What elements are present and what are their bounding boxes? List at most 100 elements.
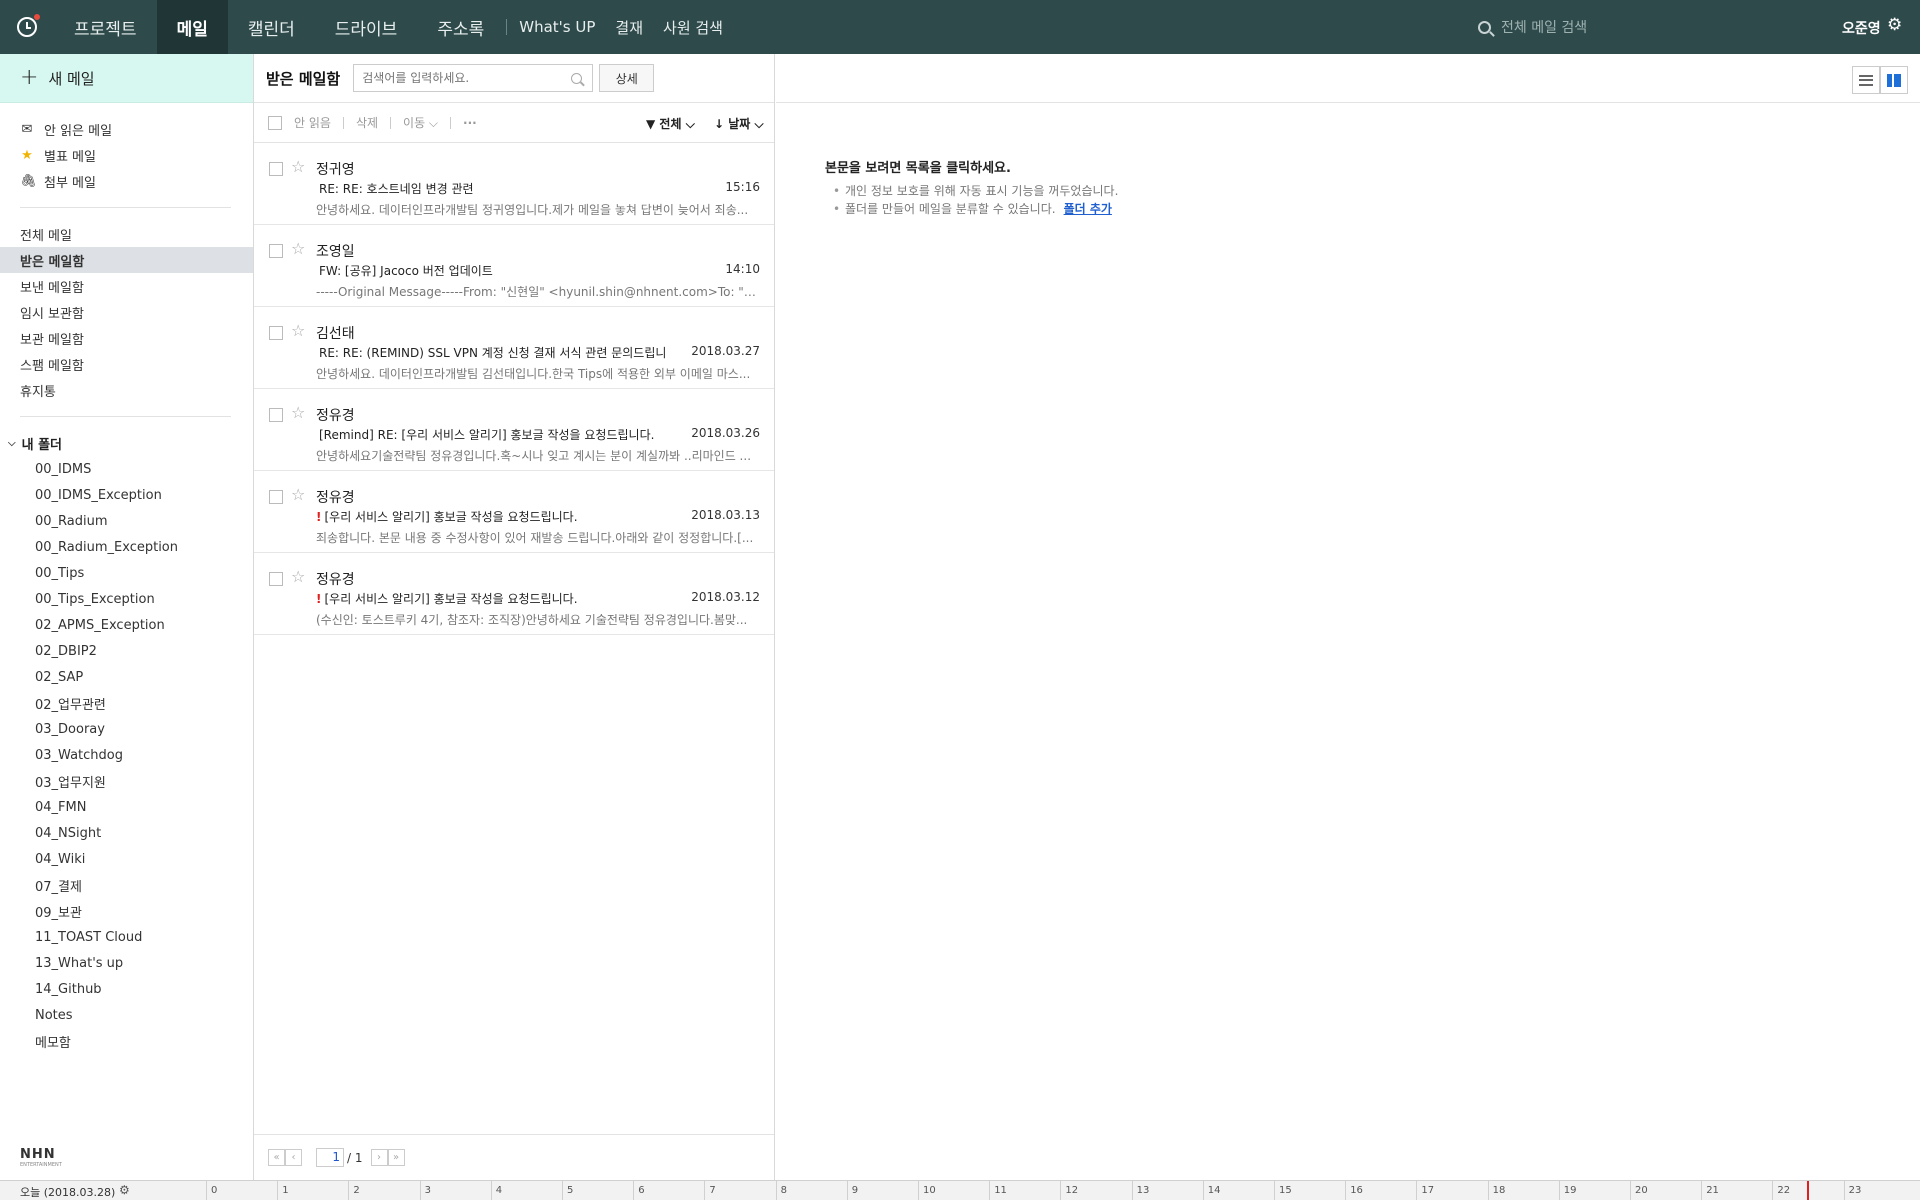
- folder-item[interactable]: Notes: [0, 1002, 253, 1028]
- mail-row[interactable]: ☆ 김선태 RE: RE: (REMIND) SSL VPN 계정 신청 결재 서식…: [254, 307, 774, 389]
- sidebar-item-starred[interactable]: ★ 별표 메일: [0, 142, 253, 168]
- delete-button[interactable]: 삭제: [356, 114, 378, 131]
- folder-item[interactable]: 03_Watchdog: [0, 742, 253, 768]
- sidebar-item-unread[interactable]: ✉ 안 읽은 메일: [0, 116, 253, 142]
- sidebar-item-sent[interactable]: 보낸 메일함: [0, 273, 253, 299]
- nav-employee-search[interactable]: 사원 검색: [653, 0, 733, 54]
- mark-unread-button[interactable]: 안 읽음: [294, 114, 331, 131]
- split-view-button[interactable]: [1880, 66, 1908, 94]
- star-icon[interactable]: ☆: [291, 485, 305, 504]
- bottom-timeline: 오늘 (2018.03.28) ⚙ 0 1 2 3 4 5 6 7 8 9 10 11 12 13 14 15…: [0, 1180, 1920, 1200]
- folder-item[interactable]: 04_NSight: [0, 820, 253, 846]
- dooray-logo[interactable]: [0, 0, 54, 54]
- move-button[interactable]: 이동 ⌵: [403, 114, 438, 131]
- folder-item[interactable]: 03_Dooray: [0, 716, 253, 742]
- filter-label: 전체: [659, 117, 682, 131]
- gear-icon[interactable]: ⚙: [119, 1183, 130, 1197]
- sidebar-item-archive[interactable]: 보관 메일함: [0, 325, 253, 351]
- current-page-input[interactable]: 1: [316, 1148, 344, 1167]
- split-view-icon: [1887, 73, 1901, 87]
- folder-item[interactable]: 00_Radium_Exception: [0, 534, 253, 560]
- folder-item[interactable]: 메모함: [0, 1028, 253, 1054]
- folder-item[interactable]: 00_Tips: [0, 560, 253, 586]
- sidebar-item-spam[interactable]: 스팸 메일함: [0, 351, 253, 377]
- search-icon[interactable]: [571, 73, 583, 84]
- mailbox-search-input[interactable]: [362, 71, 563, 85]
- folder-item[interactable]: 00_IDMS: [0, 456, 253, 482]
- mail-sender: 정유경: [316, 572, 355, 588]
- my-folders-toggle[interactable]: ⌵ 내 폴더: [0, 430, 253, 456]
- mail-checkbox[interactable]: [269, 162, 283, 176]
- mail-checkbox[interactable]: [269, 244, 283, 258]
- folder-item[interactable]: 13_What's up: [0, 950, 253, 976]
- timeline-hour-tick: 8: [775, 1181, 787, 1200]
- folder-list: 00_IDMS 00_IDMS_Exception 00_Radium 00_Radi…: [0, 456, 253, 1054]
- more-options-button[interactable]: ···: [463, 116, 477, 130]
- nav-mail[interactable]: 메일: [156, 0, 228, 54]
- divider: [776, 102, 1920, 103]
- important-icon: !: [316, 592, 322, 606]
- new-mail-button[interactable]: + 새 메일: [0, 54, 253, 103]
- star-icon[interactable]: ☆: [291, 321, 305, 340]
- folder-item[interactable]: 02_SAP: [0, 664, 253, 690]
- global-search-placeholder: 전체 메일 검색: [1501, 20, 1588, 36]
- mail-preview: 안녕하세요기술전략팀 정유경입니다.혹~시나 잊고 계시는 분이 계실까봐 ..…: [316, 449, 752, 463]
- nav-project[interactable]: 프로젝트: [54, 0, 157, 54]
- folder-item[interactable]: 14_Github: [0, 976, 253, 1002]
- mail-row[interactable]: ☆ 정유경 [Remind] RE: [우리 서비스 알리기] 홍보글 작성을 요청…: [254, 389, 774, 471]
- folder-item[interactable]: 09_보관: [0, 898, 253, 924]
- mail-list-header: 받은 메일함 상세: [254, 54, 774, 103]
- nav-contacts[interactable]: 주소록: [417, 0, 504, 54]
- prev-page-button[interactable]: ‹: [285, 1149, 302, 1166]
- nav-approval[interactable]: 결재: [605, 0, 653, 54]
- nav-drive[interactable]: 드라이브: [315, 0, 418, 54]
- filter-dropdown[interactable]: ▼ 전체 ⌵: [646, 115, 695, 132]
- add-folder-link[interactable]: 폴더 추가: [1064, 202, 1112, 216]
- folder-item[interactable]: 02_DBIP2: [0, 638, 253, 664]
- mail-checkbox[interactable]: [269, 490, 283, 504]
- select-all-checkbox[interactable]: [268, 115, 282, 130]
- folder-item[interactable]: 02_업무관련: [0, 690, 253, 716]
- star-icon[interactable]: ☆: [291, 239, 305, 258]
- folder-item[interactable]: 07_결제: [0, 872, 253, 898]
- sort-dropdown[interactable]: ↓ 날짜 ⌵: [714, 115, 764, 132]
- folder-item[interactable]: 02_APMS_Exception: [0, 612, 253, 638]
- folder-item[interactable]: 03_업무지원: [0, 768, 253, 794]
- nav-whats-up[interactable]: What's UP: [509, 0, 605, 54]
- sidebar-item-trash[interactable]: 휴지통: [0, 377, 253, 403]
- sidebar-item-all-mail[interactable]: 전체 메일: [0, 221, 253, 247]
- star-icon[interactable]: ☆: [291, 403, 305, 422]
- user-name[interactable]: 오준영: [1842, 18, 1881, 38]
- star-icon[interactable]: ☆: [291, 157, 305, 176]
- mail-row[interactable]: ☆ 조영일 FW: [공유] Jacoco 버전 업데이트 14:10 -----Ori…: [254, 225, 774, 307]
- mail-checkbox[interactable]: [269, 408, 283, 422]
- detail-search-button[interactable]: 상세: [599, 64, 655, 92]
- timeline-hour-tick: 0: [206, 1181, 217, 1200]
- mail-checkbox[interactable]: [269, 326, 283, 340]
- sidebar-item-drafts[interactable]: 임시 보관함: [0, 299, 253, 325]
- gear-icon[interactable]: ⚙: [1887, 15, 1902, 35]
- list-view-button[interactable]: [1852, 66, 1880, 94]
- global-mail-search[interactable]: 전체 메일 검색: [1478, 0, 1587, 54]
- next-page-button[interactable]: ›: [370, 1149, 388, 1166]
- sidebar-item-attachments[interactable]: 🖇 첨부 메일: [0, 168, 253, 194]
- mail-row[interactable]: ☆ 정귀영 RE: RE: 호스트네임 변경 관련 15:16 안녕하세요. 데이터인프…: [254, 143, 774, 225]
- folder-item[interactable]: 00_IDMS_Exception: [0, 482, 253, 508]
- mail-subject: FW: [공유] Jacoco 버전 업데이트: [316, 262, 666, 279]
- star-icon[interactable]: ☆: [291, 567, 305, 586]
- mail-row[interactable]: ☆ 정유경! [우리 서비스 알리기] 홍보글 작성을 요청드립니다. 2018.03…: [254, 471, 774, 553]
- folder-item[interactable]: 04_Wiki: [0, 846, 253, 872]
- view-mode-toggle: [1852, 66, 1908, 94]
- first-page-button[interactable]: «: [268, 1149, 285, 1166]
- folder-item[interactable]: 00_Tips_Exception: [0, 586, 253, 612]
- folder-item[interactable]: 00_Radium: [0, 508, 253, 534]
- mail-row[interactable]: ☆ 정유경! [우리 서비스 알리기] 홍보글 작성을 요청드립니다. 2018.03…: [254, 553, 774, 635]
- nav-calendar[interactable]: 캘린더: [228, 0, 315, 54]
- sidebar-item-inbox[interactable]: 받은 메일함: [0, 247, 253, 273]
- folder-item[interactable]: 04_FMN: [0, 794, 253, 820]
- last-page-button[interactable]: »: [387, 1149, 405, 1166]
- mailbox-search[interactable]: [353, 64, 594, 92]
- mail-date: 15:16: [725, 180, 760, 194]
- mail-checkbox[interactable]: [269, 572, 283, 586]
- folder-item[interactable]: 11_TOAST Cloud: [0, 924, 253, 950]
